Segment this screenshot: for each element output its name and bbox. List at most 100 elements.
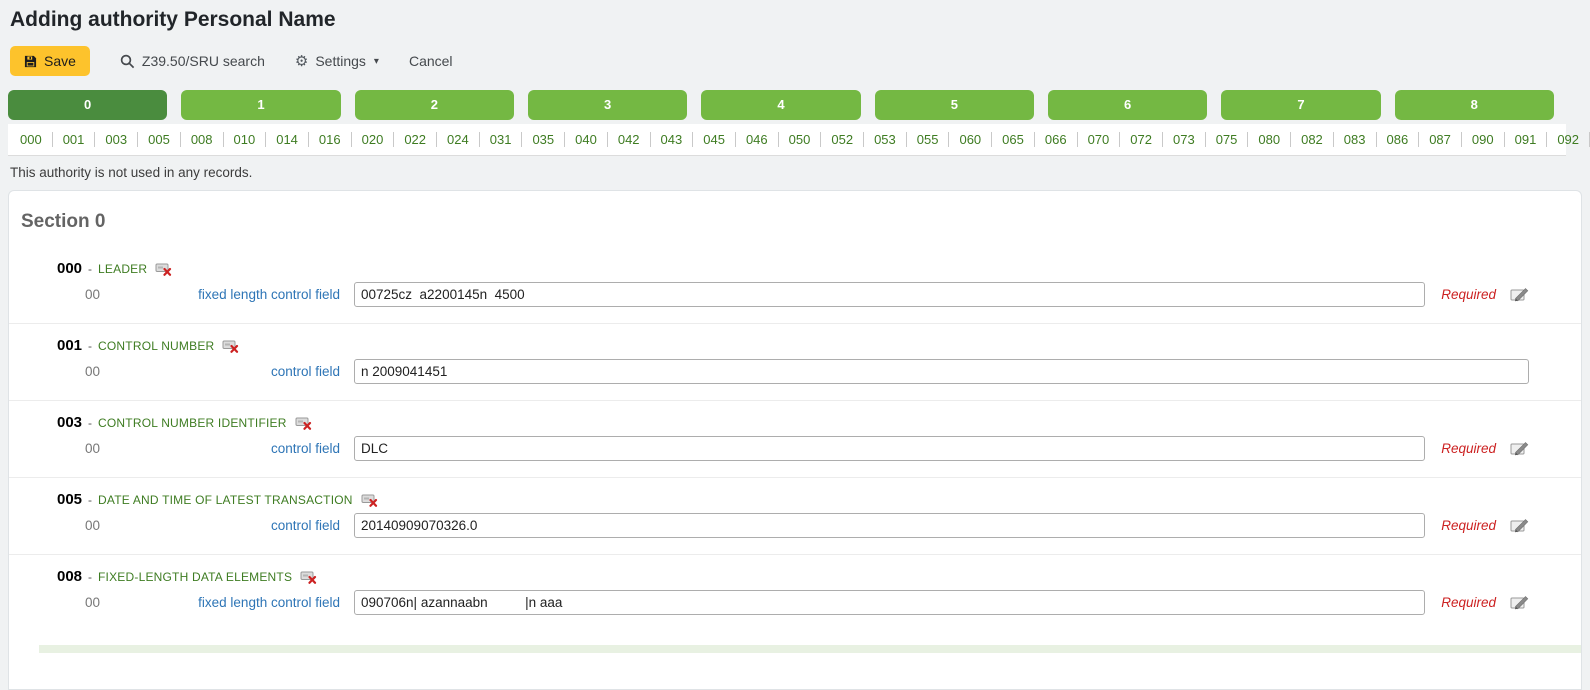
tag-name: FIXED-LENGTH DATA ELEMENTS bbox=[98, 570, 292, 584]
tag-line: 001 - CONTROL NUMBER bbox=[9, 337, 1581, 354]
cancel-label: Cancel bbox=[409, 53, 453, 69]
field-row: 005 - DATE AND TIME OF LATEST TRANSACTIO… bbox=[9, 477, 1581, 554]
field-number-link[interactable]: 042 bbox=[608, 132, 651, 147]
tag-editor-icon[interactable] bbox=[1510, 595, 1529, 610]
field-number-link[interactable]: 055 bbox=[907, 132, 950, 147]
tag-number: 005 bbox=[57, 491, 82, 508]
field-number-link[interactable]: 046 bbox=[736, 132, 779, 147]
subfield-label-link[interactable]: fixed length control field bbox=[125, 595, 340, 610]
field-number-link[interactable]: 005 bbox=[138, 132, 181, 147]
section-tab[interactable]: 8 bbox=[1395, 90, 1554, 120]
tag-line: 003 - CONTROL NUMBER IDENTIFIER bbox=[9, 414, 1581, 431]
section-tab[interactable]: 0 bbox=[8, 90, 167, 120]
field-number-link[interactable]: 045 bbox=[693, 132, 736, 147]
tag-editor-icon[interactable] bbox=[1510, 518, 1529, 533]
section-tab[interactable]: 2 bbox=[355, 90, 514, 120]
required-group: Required bbox=[1425, 518, 1529, 533]
field-number-link[interactable]: 035 bbox=[522, 132, 565, 147]
field-number-link[interactable]: 008 bbox=[181, 132, 224, 147]
cancel-button[interactable]: Cancel bbox=[409, 53, 453, 69]
section-tab[interactable]: 5 bbox=[875, 90, 1034, 120]
gear-icon: ⚙ bbox=[295, 54, 308, 69]
field-row: 000 - LEADER 00 fixed length control fie… bbox=[9, 247, 1581, 323]
field-number-link[interactable]: 000 bbox=[10, 132, 53, 147]
subfield-label-link[interactable]: control field bbox=[125, 441, 340, 456]
subfield-value-input[interactable] bbox=[354, 590, 1425, 615]
subfield-value-input[interactable] bbox=[354, 359, 1529, 384]
field-number-link[interactable]: 083 bbox=[1334, 132, 1377, 147]
required-group: Required bbox=[1425, 595, 1529, 610]
field-number-link[interactable]: 091 bbox=[1505, 132, 1548, 147]
tag-editor-icon[interactable] bbox=[1510, 287, 1529, 302]
section-tab[interactable]: 1 bbox=[181, 90, 340, 120]
field-number-link[interactable]: 031 bbox=[480, 132, 523, 147]
tag-editor-icon[interactable] bbox=[1510, 441, 1529, 456]
field-number-link[interactable]: 010 bbox=[224, 132, 267, 147]
subfield-value-input[interactable] bbox=[354, 513, 1425, 538]
field-number-link[interactable]: 050 bbox=[779, 132, 822, 147]
field-number-link[interactable]: 082 bbox=[1291, 132, 1334, 147]
subfield-label-link[interactable]: control field bbox=[125, 364, 340, 379]
subfield-line: 00 fixed length control field Required bbox=[9, 590, 1581, 615]
delete-field-icon[interactable] bbox=[222, 339, 239, 353]
subfield-value-input[interactable] bbox=[354, 282, 1425, 307]
tag-name: CONTROL NUMBER IDENTIFIER bbox=[98, 416, 287, 430]
tag-number: 001 bbox=[57, 337, 82, 354]
field-number-link[interactable]: 016 bbox=[309, 132, 352, 147]
save-button[interactable]: Save bbox=[10, 46, 90, 76]
field-number-link[interactable]: 087 bbox=[1419, 132, 1462, 147]
delete-field-icon[interactable] bbox=[361, 493, 378, 507]
field-number-link[interactable]: 086 bbox=[1377, 132, 1420, 147]
z3950-search-button[interactable]: Z39.50/SRU search bbox=[120, 53, 265, 69]
required-group: Required bbox=[1425, 441, 1529, 456]
tag-number: 000 bbox=[57, 260, 82, 277]
field-number-link[interactable]: 080 bbox=[1248, 132, 1291, 147]
field-number-link[interactable]: 040 bbox=[565, 132, 608, 147]
field-number-link[interactable]: 070 bbox=[1078, 132, 1121, 147]
required-label: Required bbox=[1441, 595, 1496, 610]
toolbar: Save Z39.50/SRU search ⚙ Settings ▾ Canc… bbox=[10, 45, 1590, 77]
subfield-code: 00 bbox=[85, 364, 125, 379]
field-rows: 000 - LEADER 00 fixed length control fie… bbox=[9, 247, 1581, 631]
required-label: Required bbox=[1441, 287, 1496, 302]
subfield-line: 00 control field Required bbox=[9, 513, 1581, 538]
tag-name: DATE AND TIME OF LATEST TRANSACTION bbox=[98, 493, 353, 507]
field-number-link[interactable]: 003 bbox=[95, 132, 138, 147]
field-number-link[interactable]: 052 bbox=[821, 132, 864, 147]
subfield-line: 00 control field Required bbox=[9, 436, 1581, 461]
section-tab[interactable]: 3 bbox=[528, 90, 687, 120]
subfield-code: 00 bbox=[85, 518, 125, 533]
z3950-search-label: Z39.50/SRU search bbox=[142, 53, 265, 69]
field-number-link[interactable]: 066 bbox=[1035, 132, 1078, 147]
tag-line: 008 - FIXED-LENGTH DATA ELEMENTS bbox=[9, 568, 1581, 585]
field-number-link[interactable]: 020 bbox=[352, 132, 395, 147]
field-number-link[interactable]: 073 bbox=[1163, 132, 1206, 147]
field-number-link[interactable]: 075 bbox=[1206, 132, 1249, 147]
field-row: 003 - CONTROL NUMBER IDENTIFIER 00 contr… bbox=[9, 400, 1581, 477]
subfield-label-link[interactable]: control field bbox=[125, 518, 340, 533]
field-number-link[interactable]: 072 bbox=[1120, 132, 1163, 147]
field-number-link[interactable]: 090 bbox=[1462, 132, 1505, 147]
chevron-down-icon: ▾ bbox=[374, 56, 379, 67]
field-number-link[interactable]: 065 bbox=[992, 132, 1035, 147]
field-number-link[interactable]: 043 bbox=[651, 132, 694, 147]
field-number-link[interactable]: 024 bbox=[437, 132, 480, 147]
field-number-link[interactable]: 092 bbox=[1547, 132, 1590, 147]
section-tab[interactable]: 6 bbox=[1048, 90, 1207, 120]
section-tab[interactable]: 4 bbox=[701, 90, 860, 120]
delete-field-icon[interactable] bbox=[300, 570, 317, 584]
editor-panel: Section 0 000 - LEADER 00 fixed length c… bbox=[8, 190, 1582, 690]
next-field-row-partial bbox=[39, 645, 1581, 653]
field-number-link[interactable]: 053 bbox=[864, 132, 907, 147]
delete-field-icon[interactable] bbox=[295, 416, 312, 430]
delete-field-icon[interactable] bbox=[155, 262, 172, 276]
subfield-label-link[interactable]: fixed length control field bbox=[125, 287, 340, 302]
subfield-value-input[interactable] bbox=[354, 436, 1425, 461]
field-row: 008 - FIXED-LENGTH DATA ELEMENTS 00 fixe… bbox=[9, 554, 1581, 631]
field-number-link[interactable]: 014 bbox=[266, 132, 309, 147]
field-number-link[interactable]: 001 bbox=[53, 132, 96, 147]
field-number-link[interactable]: 060 bbox=[949, 132, 992, 147]
settings-dropdown-button[interactable]: ⚙ Settings ▾ bbox=[295, 53, 379, 69]
field-number-link[interactable]: 022 bbox=[394, 132, 437, 147]
section-tab[interactable]: 7 bbox=[1221, 90, 1380, 120]
